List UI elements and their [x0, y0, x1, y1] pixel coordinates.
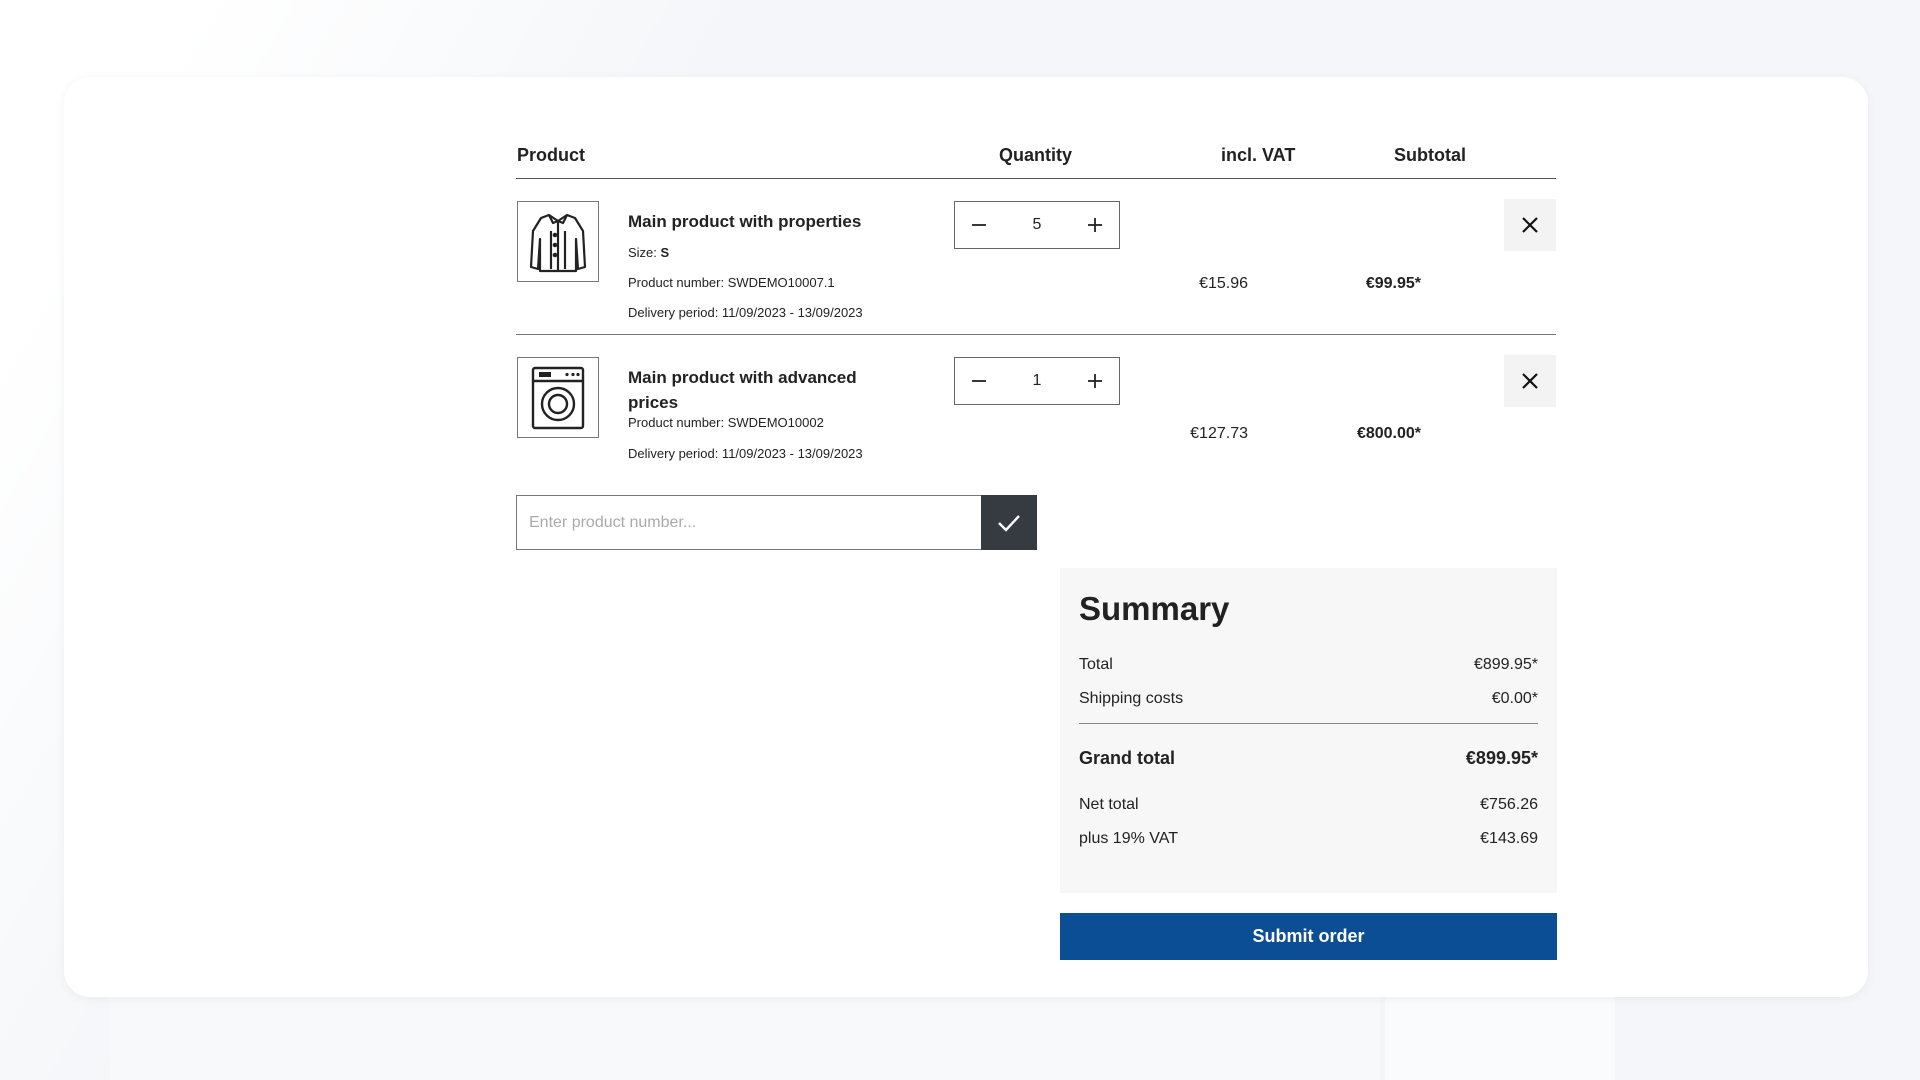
product-name[interactable]: Main product with properties	[628, 209, 898, 234]
add-product-button[interactable]	[981, 495, 1037, 550]
order-summary: Summary Total €899.95* Shipping costs €0…	[1060, 568, 1557, 893]
close-icon	[1522, 373, 1538, 389]
header-product: Product	[517, 145, 586, 165]
add-product-form	[516, 495, 1037, 550]
plus-icon	[1088, 218, 1102, 232]
net-total-value: €756.26	[1480, 796, 1538, 813]
delivery-period: Delivery period: 11/09/2023 - 13/09/2023	[628, 446, 863, 461]
table-header: Product Quantity incl. VAT Subtotal	[516, 141, 1556, 179]
cart-item: Main product with properties Size: S Pro…	[516, 179, 1556, 335]
header-subtotal: Subtotal	[1394, 145, 1466, 165]
header-vat: incl. VAT	[1221, 145, 1296, 165]
summary-title: Summary	[1079, 590, 1230, 627]
delivery-period: Delivery period: 11/09/2023 - 13/09/2023	[628, 305, 863, 320]
item-subtotal: €99.95*	[1365, 275, 1421, 292]
size-value: S	[660, 245, 670, 260]
plus-icon	[1088, 374, 1102, 388]
cart-card: Product Quantity incl. VAT Subtotal Main	[64, 77, 1868, 997]
jacket-icon	[529, 213, 587, 272]
shipping-value: €0.00*	[1491, 690, 1538, 707]
total-value: €899.95*	[1473, 656, 1538, 673]
quantity-value[interactable]: 1	[1003, 372, 1071, 390]
grand-total-label: Grand total	[1079, 748, 1176, 768]
quantity-value[interactable]: 5	[1003, 216, 1071, 234]
item-subtotal: €800.00*	[1356, 425, 1421, 442]
background-panel	[1385, 990, 1615, 1080]
size-label: Size:	[628, 245, 657, 260]
quantity-increase-button[interactable]	[1071, 358, 1119, 404]
product-number: Product number: SWDEMO10002	[628, 415, 824, 430]
grand-total-value: €899.95*	[1465, 748, 1538, 768]
quantity-stepper: 1	[954, 357, 1120, 405]
quantity-increase-button[interactable]	[1071, 202, 1119, 248]
quantity-decrease-button[interactable]	[955, 202, 1003, 248]
remove-item-button[interactable]	[1504, 355, 1556, 407]
shipping-label: Shipping costs	[1079, 690, 1184, 707]
product-name[interactable]: Main product with advanced prices	[628, 365, 898, 415]
checkmark-icon	[998, 514, 1020, 532]
cart-item: Main product with advanced prices Produc…	[516, 335, 1556, 475]
summary-divider	[1079, 723, 1538, 724]
quantity-stepper: 5	[954, 201, 1120, 249]
vat-label: plus 19% VAT	[1079, 830, 1179, 847]
product-number-input[interactable]	[516, 495, 982, 550]
submit-order-button[interactable]: Submit order	[1060, 913, 1557, 960]
remove-item-button[interactable]	[1504, 199, 1556, 251]
price-incl-vat: €127.73	[1190, 425, 1248, 442]
product-size: Size: S	[628, 245, 669, 260]
header-quantity: Quantity	[999, 145, 1073, 165]
quantity-decrease-button[interactable]	[955, 358, 1003, 404]
background-panel	[110, 990, 1380, 1080]
total-label: Total	[1079, 656, 1113, 673]
washing-machine-icon	[531, 366, 585, 429]
product-image[interactable]	[517, 357, 599, 438]
vat-value: €143.69	[1480, 830, 1538, 847]
minus-icon	[972, 380, 986, 382]
minus-icon	[972, 224, 986, 226]
net-total-label: Net total	[1079, 796, 1139, 813]
close-icon	[1522, 217, 1538, 233]
price-incl-vat: €15.96	[1199, 275, 1248, 292]
product-number: Product number: SWDEMO10007.1	[628, 275, 835, 290]
product-image[interactable]	[517, 201, 599, 282]
